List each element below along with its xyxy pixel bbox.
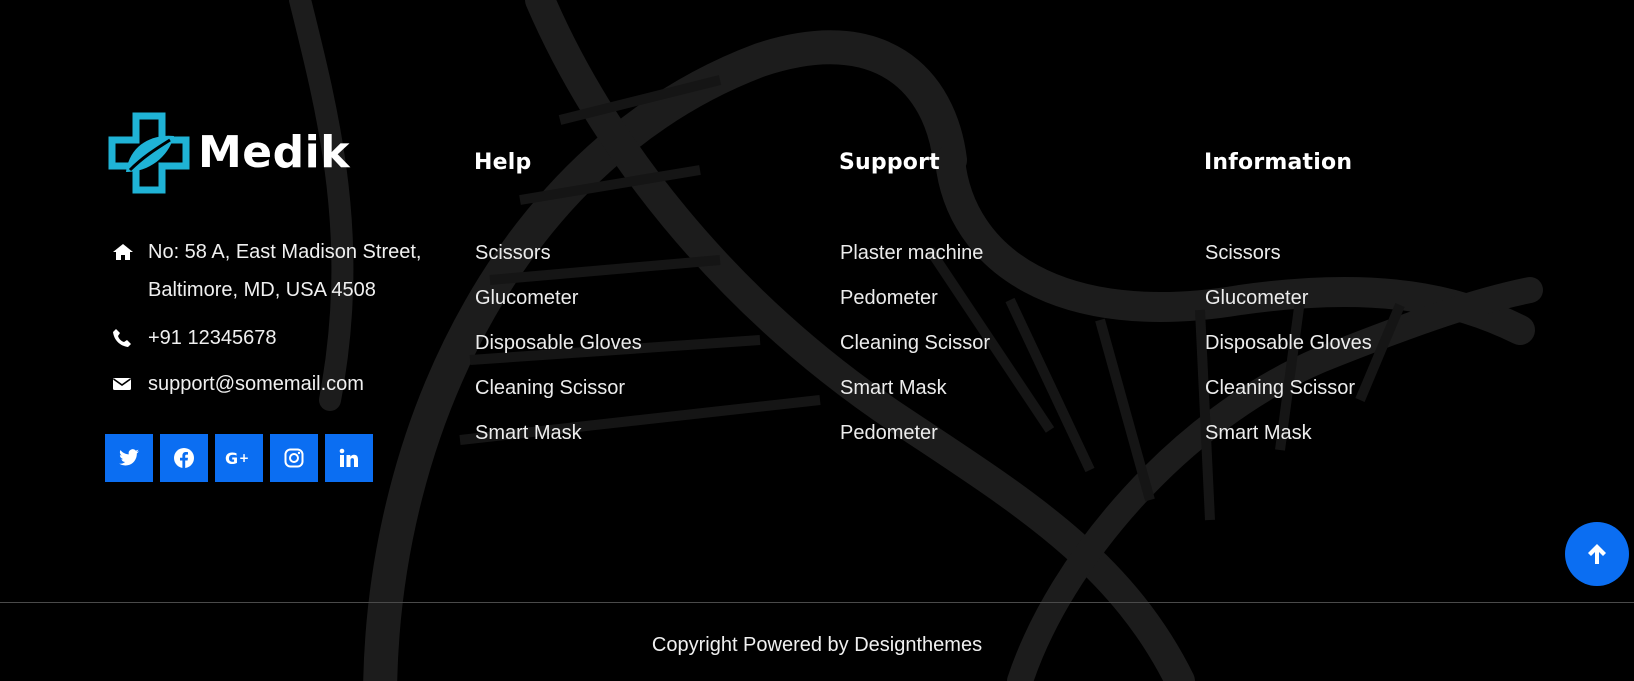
back-to-top-button[interactable] xyxy=(1565,522,1629,586)
svg-text:G: G xyxy=(225,449,238,467)
help-links: Scissors Glucometer Disposable Gloves Cl… xyxy=(475,240,735,465)
information-links: Scissors Glucometer Disposable Gloves Cl… xyxy=(1205,240,1465,465)
svg-text:+: + xyxy=(239,451,249,465)
facebook-button[interactable] xyxy=(160,434,208,482)
help-link[interactable]: Glucometer xyxy=(475,285,735,330)
support-link[interactable]: Cleaning Scissor xyxy=(840,330,1100,375)
twitter-icon xyxy=(119,449,139,466)
email-row[interactable]: support@somemail.com xyxy=(112,368,452,408)
phone-icon xyxy=(112,322,148,354)
home-icon xyxy=(112,236,148,268)
support-link[interactable]: Plaster machine xyxy=(840,240,1100,285)
information-link[interactable]: Cleaning Scissor xyxy=(1205,375,1465,420)
envelope-icon xyxy=(112,368,148,400)
address-text: No: 58 A, East Madison Street, Baltimore… xyxy=(148,233,421,309)
information-link[interactable]: Disposable Gloves xyxy=(1205,330,1465,375)
medical-cross-leaf-icon xyxy=(108,112,190,194)
address-line-2: Baltimore, MD, USA 4508 xyxy=(148,279,376,301)
instagram-button[interactable] xyxy=(270,434,318,482)
phone-row[interactable]: +91 12345678 xyxy=(112,322,452,368)
information-link[interactable]: Glucometer xyxy=(1205,285,1465,330)
help-column: Help Scissors Glucometer Disposable Glov… xyxy=(474,150,642,444)
support-links: Plaster machine Pedometer Cleaning Sciss… xyxy=(840,240,1100,465)
linkedin-icon xyxy=(339,448,358,467)
facebook-icon xyxy=(174,448,194,468)
help-link[interactable]: Disposable Gloves xyxy=(475,330,735,375)
information-column: Information Scissors Glucometer Disposab… xyxy=(1204,150,1372,444)
help-link[interactable]: Scissors xyxy=(475,240,735,285)
help-link[interactable]: Smart Mask xyxy=(475,420,735,465)
help-link[interactable]: Cleaning Scissor xyxy=(475,375,735,420)
arrow-up-icon xyxy=(1588,544,1606,564)
address-line-1: No: 58 A, East Madison Street, xyxy=(148,241,422,263)
copyright-text: Copyright Powered by Designthemes xyxy=(651,634,983,656)
support-link[interactable]: Smart Mask xyxy=(840,375,1100,420)
google-plus-icon: G + xyxy=(225,449,249,467)
information-link[interactable]: Scissors xyxy=(1205,240,1465,285)
twitter-button[interactable] xyxy=(105,434,153,482)
information-heading: Information xyxy=(1204,150,1353,175)
footer-main: Medik No: 58 A, East Madison Street, Bal… xyxy=(0,0,1634,602)
help-heading: Help xyxy=(474,150,532,175)
information-link[interactable]: Smart Mask xyxy=(1205,420,1465,465)
support-link[interactable]: Pedometer xyxy=(840,285,1100,330)
footer-divider xyxy=(0,602,1634,603)
support-column: Support Plaster machine Pedometer Cleani… xyxy=(839,150,990,444)
address-row: No: 58 A, East Madison Street, Baltimore… xyxy=(112,236,452,322)
brand-logo[interactable]: Medik xyxy=(108,112,350,194)
instagram-icon xyxy=(284,448,304,468)
support-link[interactable]: Pedometer xyxy=(840,420,1100,465)
phone-text: +91 12345678 xyxy=(148,327,277,349)
google-plus-button[interactable]: G + xyxy=(215,434,263,482)
brand-name: Medik xyxy=(198,127,350,178)
support-heading: Support xyxy=(839,150,940,175)
social-links: G + xyxy=(105,434,373,482)
linkedin-button[interactable] xyxy=(325,434,373,482)
email-text: support@somemail.com xyxy=(148,373,364,395)
contact-info: No: 58 A, East Madison Street, Baltimore… xyxy=(112,236,452,408)
